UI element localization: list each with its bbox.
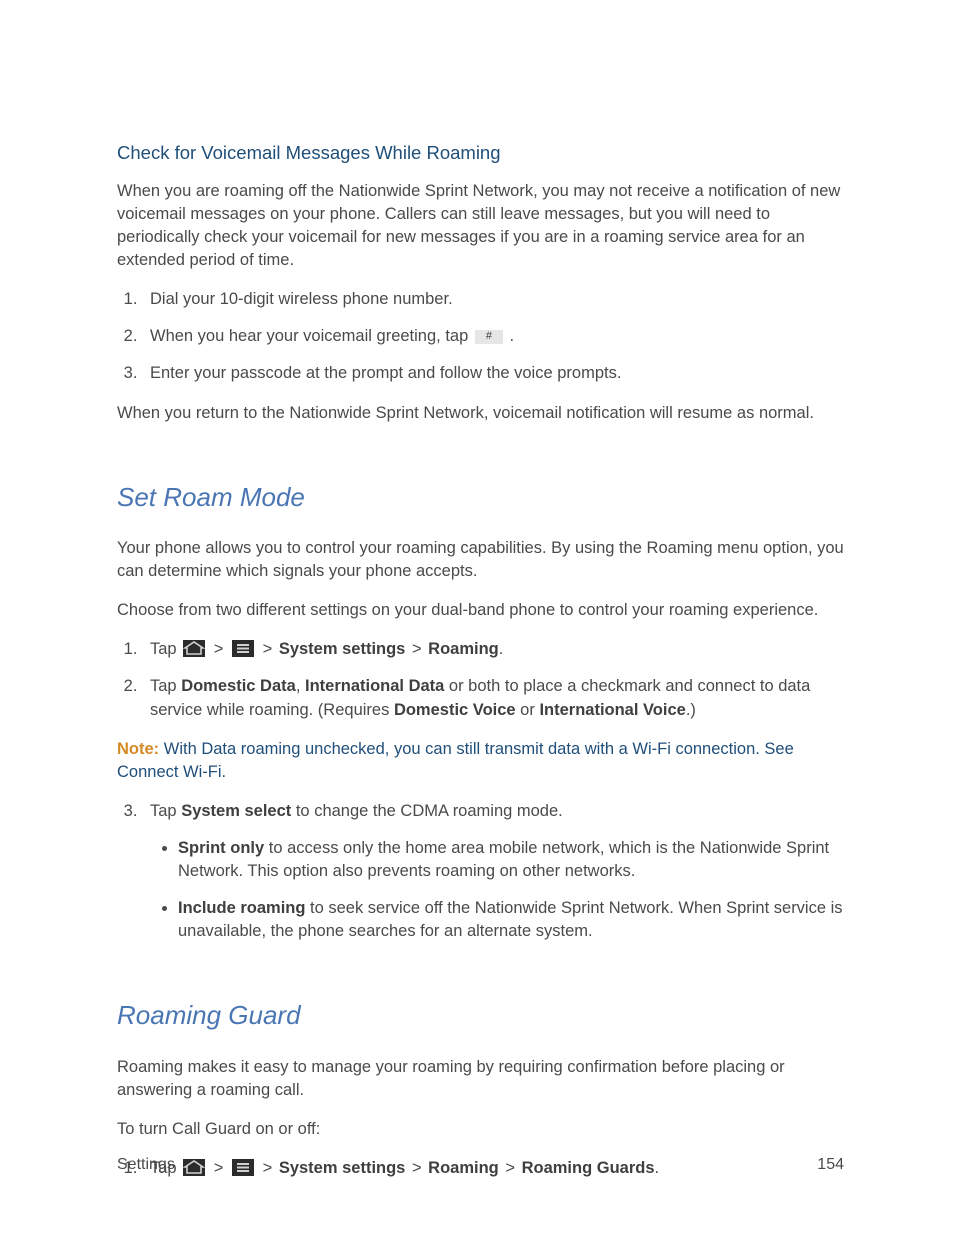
step-item: Tap Domestic Data, International Data or… [142, 675, 844, 721]
step-list: Tap > > System settings > Roaming. Tap D… [117, 638, 844, 721]
note-label: Note: [117, 740, 159, 758]
step-text: to change the CDMA roaming mode. [291, 802, 562, 820]
step-text: . [499, 640, 504, 658]
bold-label: Domestic Voice [394, 701, 516, 719]
footer-page-number: 154 [817, 1154, 844, 1176]
breadcrumb-sep: > [258, 640, 277, 658]
bold-label: Sprint only [178, 839, 264, 857]
step-list: Dial your 10-digit wireless phone number… [117, 288, 844, 385]
bold-label: International Data [305, 677, 444, 695]
paragraph: When you are roaming off the Nationwide … [117, 180, 844, 272]
step-text: Tap [150, 640, 181, 658]
bold-label: Domestic Data [181, 677, 296, 695]
step-item: Enter your passcode at the prompt and fo… [142, 362, 844, 385]
bullet-text: to access only the home area mobile netw… [178, 839, 829, 880]
bold-label: International Voice [539, 701, 685, 719]
home-icon [183, 640, 205, 657]
step-item: Tap > > System settings > Roaming. [142, 638, 844, 661]
heading-roaming-guard: Roaming Guard [117, 997, 844, 1033]
paragraph: When you return to the Nationwide Sprint… [117, 402, 844, 425]
step-text: . [505, 327, 514, 345]
bold-label: Include roaming [178, 899, 305, 917]
bold-label: Roaming [428, 640, 499, 658]
step-text: or [516, 701, 540, 719]
breadcrumb-sep: > [407, 640, 426, 658]
step-text: Tap [150, 677, 181, 695]
paragraph: Choose from two different settings on yo… [117, 599, 844, 622]
bullet-item: Sprint only to access only the home area… [178, 837, 844, 883]
paragraph: Your phone allows you to control your ro… [117, 537, 844, 583]
paragraph: To turn Call Guard on or off: [117, 1118, 844, 1141]
note-block: Note: With Data roaming unchecked, you c… [117, 738, 844, 784]
bold-label: System settings [279, 640, 406, 658]
step-text: .) [686, 701, 696, 719]
bullet-item: Include roaming to seek service off the … [178, 897, 844, 943]
heading-check-voicemail: Check for Voicemail Messages While Roami… [117, 140, 844, 166]
note-text: With Data roaming unchecked, you can sti… [117, 740, 794, 781]
page-footer: Settings 154 [117, 1154, 844, 1176]
footer-section: Settings [117, 1154, 175, 1176]
hash-key-icon: # [475, 330, 503, 344]
menu-icon [232, 640, 254, 657]
breadcrumb-sep: > [209, 640, 228, 658]
bold-label: System select [181, 802, 291, 820]
paragraph: Roaming makes it easy to manage your roa… [117, 1056, 844, 1102]
step-text: Tap [150, 802, 181, 820]
step-item: When you hear your voicemail greeting, t… [142, 325, 844, 348]
document-page: Check for Voicemail Messages While Roami… [0, 0, 954, 1236]
heading-set-roam-mode: Set Roam Mode [117, 479, 844, 515]
bullet-list: Sprint only to access only the home area… [150, 837, 844, 943]
step-item: Tap System select to change the CDMA roa… [142, 800, 844, 943]
step-list: Tap System select to change the CDMA roa… [117, 800, 844, 943]
step-item: Dial your 10-digit wireless phone number… [142, 288, 844, 311]
step-text: When you hear your voicemail greeting, t… [150, 327, 473, 345]
step-text: , [296, 677, 305, 695]
